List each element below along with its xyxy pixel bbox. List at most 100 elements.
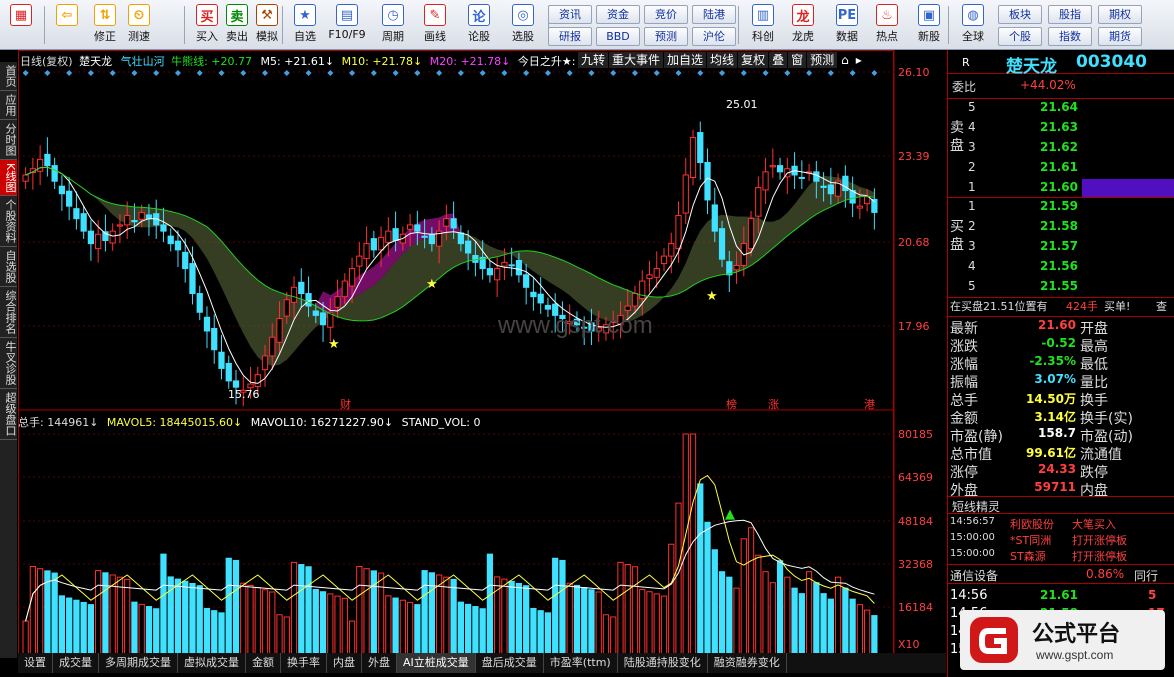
clock-button[interactable]: ⏲ 测速 [122, 4, 156, 48]
vol-total-label: 总手: 144961↓ [18, 416, 99, 429]
indicator-tab-12[interactable]: 融资融券变化 [708, 653, 787, 673]
candle-body [95, 233, 102, 250]
chat-button[interactable]: 论论股 [462, 4, 496, 48]
candle-body [711, 204, 718, 232]
indicator-tab-5[interactable]: 换手率 [281, 653, 327, 673]
indicator-tab-11[interactable]: 陆股通持股变化 [618, 653, 708, 673]
order-type: 买单! [1104, 300, 1131, 313]
signal-star-icon: ★ [328, 337, 340, 352]
grid-button-13[interactable]: 期货 [1098, 27, 1142, 46]
period-button[interactable]: ◷ 周期 [376, 4, 410, 48]
grid-button-8[interactable]: 板块 [998, 5, 1042, 24]
dragon-icon: 龙 [792, 4, 814, 26]
candle-body [203, 316, 211, 332]
order-more-link[interactable]: 查 [1156, 298, 1167, 314]
indicator-tab-1[interactable]: 成交量 [53, 653, 99, 673]
volume-bar [377, 572, 385, 655]
indicator-tab-4[interactable]: 金额 [246, 653, 281, 673]
toolbar-button-label: 数据 [836, 30, 858, 43]
sidebar-tab-home[interactable]: 首页 [0, 62, 17, 91]
grid-button-3[interactable]: 陆港 [692, 5, 736, 24]
grid-button-12[interactable]: 指数 [1048, 27, 1092, 46]
pe-button[interactable]: PE 数据 [830, 4, 864, 48]
back-arrow-button[interactable]: ⇦ [50, 4, 84, 48]
grid-button-1[interactable]: 资金 [596, 5, 640, 24]
volume-bar [479, 608, 486, 655]
signal-diamond-icon [392, 70, 399, 76]
buy-book: 买盘 1 21.59 2 21.58 3 21.57 4 21.56 5 21.55 [948, 198, 1174, 298]
toolbar-separator [282, 6, 283, 44]
f10-button[interactable]: ▤ F10/F9 [328, 4, 366, 48]
fire-button[interactable]: ♨ 热点 [870, 4, 904, 48]
weibi-label: 委比 [952, 80, 977, 94]
indicator-tab-9[interactable]: 盘后成交量 [476, 653, 544, 673]
tick-vol: 5 [1148, 588, 1157, 602]
sidebar-tab-kline[interactable]: K线图 [0, 160, 17, 197]
candle-body [356, 255, 363, 267]
grid-button[interactable]: ▦ [4, 4, 38, 48]
sell-level: 3 [968, 140, 976, 154]
indicator-tab-2[interactable]: 多周期成交量 [99, 653, 178, 673]
buy-button[interactable]: 买买入 [190, 4, 224, 48]
grid-button-6[interactable]: 预测 [644, 27, 688, 46]
candle-body [87, 230, 95, 245]
sidebar-tab-diagnosis[interactable]: 牛叉诊股 [0, 338, 17, 390]
volume-bar [298, 564, 305, 655]
up-down-button[interactable]: ⇅ 修正 [88, 4, 122, 48]
sidebar-tab-stock-profile[interactable]: 个股资料 [0, 196, 17, 248]
hammer-button[interactable]: ⚒ 模拟 [250, 4, 284, 48]
signal-diamond-icon [501, 70, 508, 76]
indicator-tab-6[interactable]: 内盘 [327, 653, 362, 673]
grid-button-10[interactable]: 期权 [1098, 5, 1142, 24]
dragon-button[interactable]: 龙龙虎 [786, 4, 820, 48]
volume-bar [820, 593, 827, 655]
sidebar-tab-time-chart[interactable]: 分时图 [0, 120, 17, 160]
signal-diamond-icon [566, 70, 573, 76]
grid-button-5[interactable]: BBD [596, 27, 640, 46]
candle-body [160, 224, 167, 232]
sell-button[interactable]: 卖卖出 [220, 4, 254, 48]
sidebar-tab-apps[interactable]: 应用 [0, 91, 17, 120]
sidebar-tab-super-level2[interactable]: 超级盘口 [0, 389, 17, 441]
short-line-title[interactable]: 短线精灵 [952, 498, 1000, 515]
stat-label2: 换手(实) [1080, 411, 1133, 427]
grid-button-4[interactable]: 研报 [548, 27, 592, 46]
star-market-button[interactable]: ▥ 科创 [746, 4, 780, 48]
volume-bar [261, 589, 269, 655]
weibi-value: +44.02% [1020, 78, 1076, 92]
buy-level: 1 [968, 199, 976, 213]
grid-button-0[interactable]: 资讯 [548, 5, 592, 24]
candle-body [428, 234, 435, 245]
indicator-tab-7[interactable]: 外盘 [362, 653, 397, 673]
grid-button-7[interactable]: 沪伦 [692, 27, 736, 46]
volume-axis-label: X10 [898, 638, 920, 651]
candle-body [44, 153, 51, 167]
chart-canvas[interactable]: 26.10 23.39 20.68 17.96 80185 64369 48184 32368… [18, 50, 946, 656]
select-button[interactable]: ◎ 选股 [506, 4, 540, 48]
indicator-tab-3[interactable]: 虚拟成交量 [178, 653, 246, 673]
pencil-button[interactable]: ✎ 画线 [418, 4, 452, 48]
grid-button-11[interactable]: 个股 [998, 27, 1042, 46]
volume-bar [668, 543, 675, 655]
stat-value: 24.33 [1038, 462, 1076, 476]
sidebar-tab-watchlist[interactable]: 自选股 [0, 247, 17, 288]
candle-body [515, 259, 523, 276]
signal-diamond-icon [327, 70, 334, 76]
sector-name[interactable]: 通信设备 [950, 567, 998, 584]
volume-bar [305, 566, 312, 655]
volume-bar [849, 598, 856, 655]
order-note: 在买盘21.51位置有 [950, 300, 1048, 313]
indicator-tab-0[interactable]: 设置 [18, 653, 53, 673]
mavol5-label: MAVOL5: 18445015.60↓ [106, 416, 243, 429]
volume-bar [269, 591, 276, 655]
indicator-tab-10[interactable]: 市盈率(ttm) [544, 653, 618, 673]
new-stock-button[interactable]: ▣ 新股 [912, 4, 946, 48]
sector-more[interactable]: 同行 [1134, 567, 1158, 584]
indicator-tab-8[interactable]: AI立桩成交量 [397, 653, 476, 673]
grid-button-2[interactable]: 竞价 [644, 5, 688, 24]
kline-chart-area: 日线(复权) 楚天龙 气壮山河 牛熊线: +20.77 M5: +21.61↓ … [18, 50, 946, 656]
sidebar-tab-ranking[interactable]: 综合排名 [0, 287, 17, 339]
globe-button[interactable]: ◍ 全球 [956, 4, 990, 48]
grid-button-9[interactable]: 股指 [1048, 5, 1092, 24]
star-button[interactable]: ★ 自选 [288, 4, 322, 48]
